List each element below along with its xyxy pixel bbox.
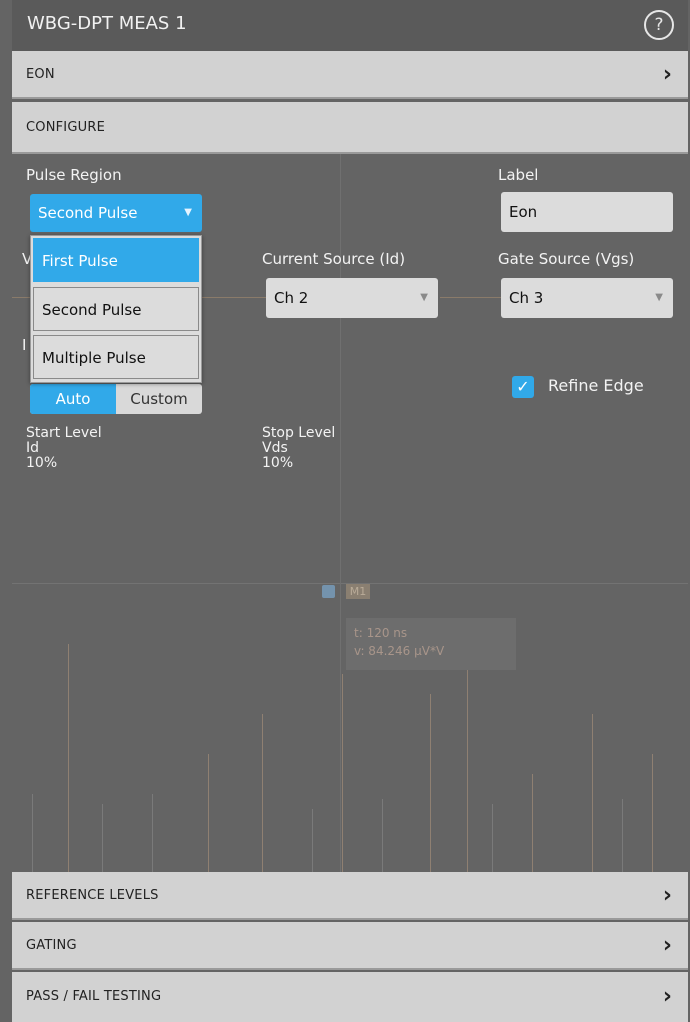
- chevron-right-icon: ›: [662, 933, 672, 958]
- label-input-value: Eon: [509, 203, 538, 221]
- pulse-region-dropdown: First Pulse Second Pulse Multiple Pulse: [30, 235, 202, 383]
- start-level-block: Start Level Id 10%: [26, 426, 102, 471]
- edge-mode-label: I: [22, 336, 27, 354]
- current-source-select[interactable]: Ch 2 ▼: [266, 278, 438, 318]
- dropdown-option[interactable]: Multiple Pulse: [33, 335, 199, 379]
- pulse-region-value: Second Pulse: [38, 204, 138, 222]
- chevron-down-icon: ▼: [420, 292, 428, 303]
- section-reference-levels[interactable]: REFERENCE LEVELS ›: [12, 872, 688, 920]
- stop-level-source: Vds: [262, 440, 288, 456]
- readout-value: v: 84.246 µV*V: [354, 644, 445, 658]
- configure-panel: M1 t: 120 ns v: 84.246 µV*V Pulse Region…: [12, 154, 688, 872]
- start-level-value: 10%: [26, 455, 58, 471]
- help-icon[interactable]: ?: [644, 10, 674, 40]
- chevron-right-icon: ›: [662, 984, 672, 1009]
- dropdown-option[interactable]: First Pulse: [33, 238, 199, 282]
- stop-level-value: 10%: [262, 455, 294, 471]
- chevron-down-icon: ▼: [655, 292, 663, 303]
- readout-time: t: 120 ns: [354, 626, 408, 640]
- section-eon-label: EON: [26, 67, 55, 82]
- chevron-right-icon: ›: [662, 883, 672, 908]
- stop-level-block: Stop Level Vds 10%: [262, 426, 335, 471]
- stop-level-label: Stop Level: [262, 425, 336, 441]
- start-level-label: Start Level: [26, 425, 102, 441]
- current-source-value: Ch 2: [274, 289, 309, 307]
- cursor-readout: t: 120 ns v: 84.246 µV*V: [346, 618, 516, 670]
- window-title: WBG-DPT MEAS 1: [27, 13, 187, 34]
- edge-mode-toggle[interactable]: Auto Custom: [30, 384, 202, 414]
- marker-icon: [322, 585, 335, 598]
- section-reference-levels-label: REFERENCE LEVELS: [26, 888, 159, 903]
- edge-mode-custom[interactable]: Custom: [116, 384, 202, 414]
- section-configure-header[interactable]: CONFIGURE: [12, 102, 688, 154]
- label-field-label: Label: [498, 166, 539, 184]
- refine-edge-checkbox[interactable]: ✓: [512, 376, 534, 398]
- label-input[interactable]: Eon: [501, 192, 673, 232]
- section-configure-label: CONFIGURE: [26, 120, 105, 135]
- refine-edge-label: Refine Edge: [548, 376, 644, 395]
- section-gating[interactable]: GATING ›: [12, 922, 688, 970]
- pulse-region-label: Pulse Region: [26, 166, 122, 184]
- section-eon[interactable]: EON ›: [12, 51, 688, 99]
- edge-mode-auto[interactable]: Auto: [30, 384, 116, 414]
- section-gating-label: GATING: [26, 938, 77, 953]
- gate-source-value: Ch 3: [509, 289, 544, 307]
- gate-source-label: Gate Source (Vgs): [498, 250, 635, 268]
- dropdown-option[interactable]: Second Pulse: [33, 287, 199, 331]
- section-pass-fail-testing[interactable]: PASS / FAIL TESTING ›: [12, 972, 688, 1022]
- title-bar: WBG-DPT MEAS 1 ?: [12, 0, 688, 51]
- current-source-label: Current Source (Id): [262, 250, 406, 268]
- start-level-source: Id: [26, 440, 40, 456]
- chevron-right-icon: ›: [662, 62, 672, 87]
- pulse-region-select[interactable]: Second Pulse ▼: [30, 194, 202, 232]
- section-pass-fail-label: PASS / FAIL TESTING: [26, 989, 162, 1004]
- chevron-down-icon: ▼: [184, 207, 192, 218]
- marker-tag: M1: [346, 584, 370, 599]
- gate-source-select[interactable]: Ch 3 ▼: [501, 278, 673, 318]
